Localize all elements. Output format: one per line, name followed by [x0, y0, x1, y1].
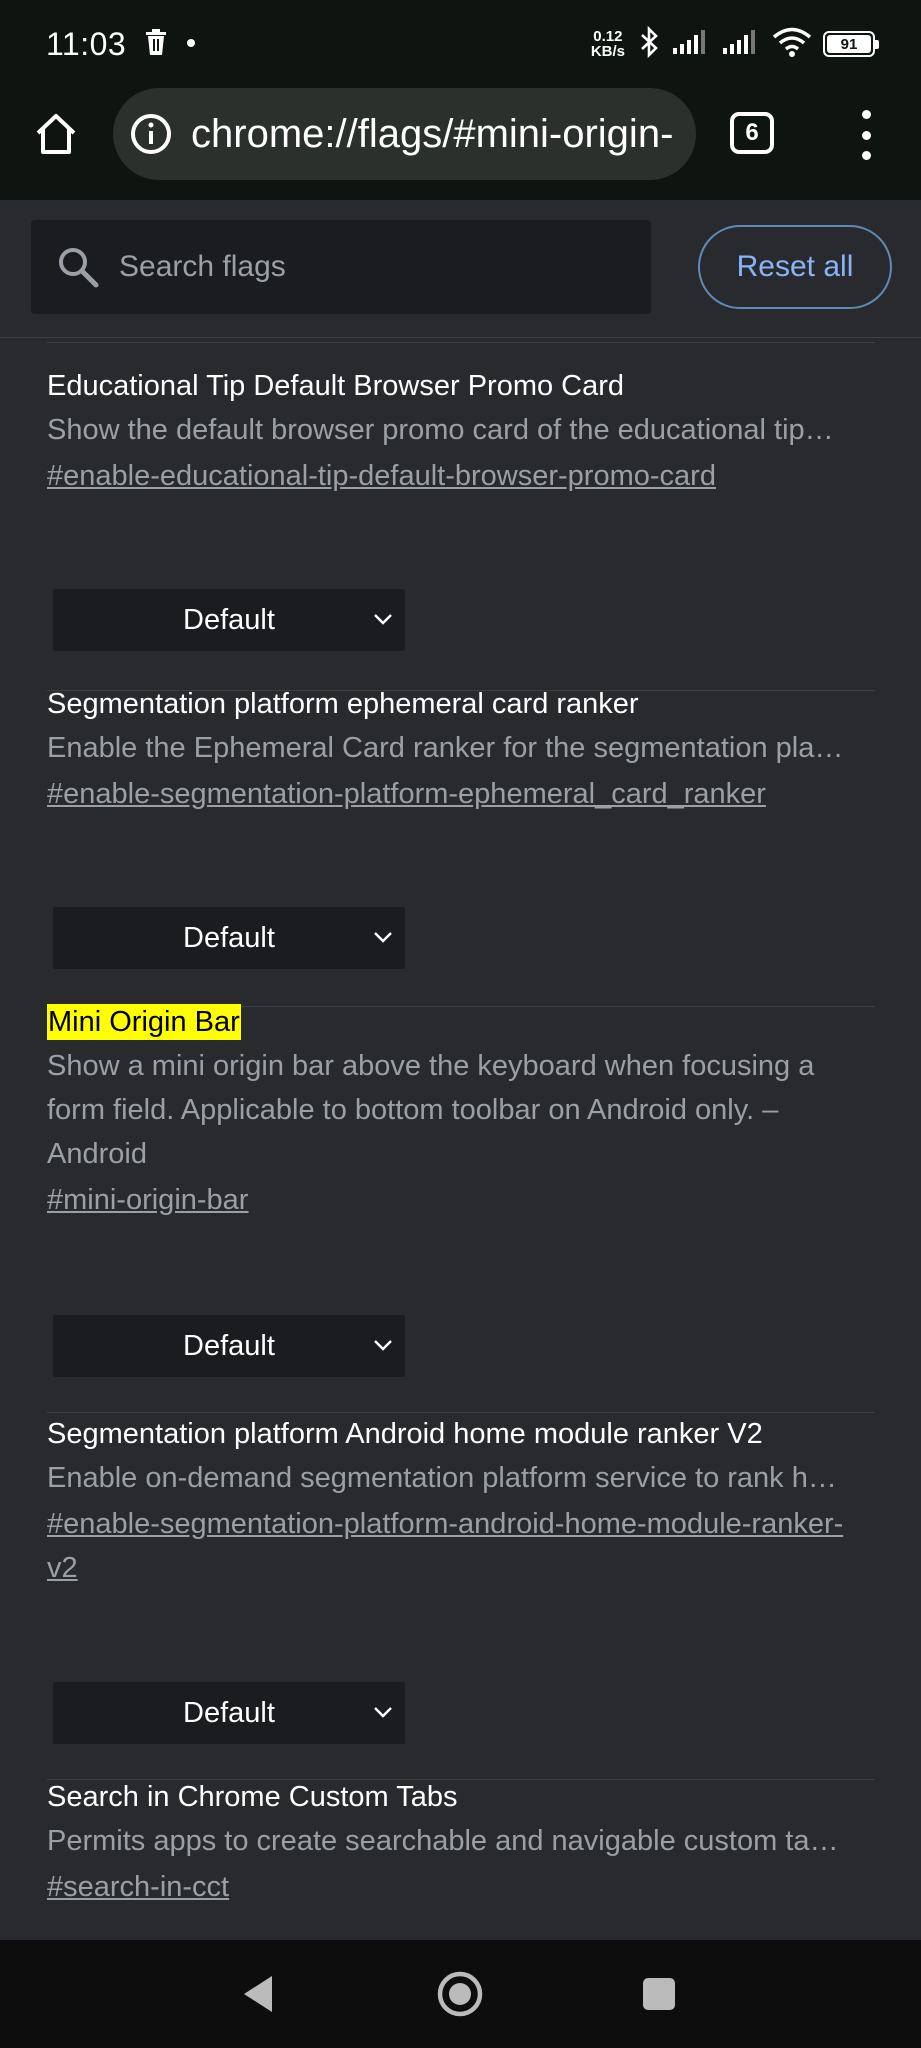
flag-item: Mini Origin Bar Show a mini origin bar a…	[47, 1004, 875, 1413]
trash-icon	[144, 28, 168, 61]
flag-description: Enable on-demand segmentation platform s…	[47, 1462, 837, 1494]
flag-title: Segmentation platform Android home modul…	[47, 1418, 763, 1450]
divider	[47, 1412, 875, 1413]
url-text: chrome://flags/#mini-origin-	[191, 111, 674, 156]
flag-description: Permits apps to create searchable and na…	[47, 1825, 839, 1857]
search-box[interactable]	[31, 220, 651, 314]
signal-icon	[671, 28, 711, 61]
flag-item: Segmentation platform Android home modul…	[47, 1416, 875, 1780]
flag-item: Educational Tip Default Browser Promo Ca…	[47, 368, 875, 691]
back-icon[interactable]	[240, 1974, 276, 2014]
flag-description: Show the default browser promo card of t…	[47, 414, 834, 446]
more-vert-icon[interactable]	[852, 110, 880, 160]
home-icon	[36, 114, 76, 154]
flag-description: Show a mini origin bar above the keyboar…	[47, 1050, 815, 1170]
chevron-down-icon	[374, 932, 392, 943]
info-icon	[131, 114, 171, 154]
search-header: Reset all	[0, 200, 921, 338]
flag-link[interactable]: #mini-origin-bar	[47, 1178, 875, 1222]
flag-description: Enable the Ephemeral Card ranker for the…	[47, 732, 844, 764]
divider	[47, 342, 875, 343]
flag-title: Mini Origin Bar	[47, 1004, 241, 1040]
flag-title: Search in Chrome Custom Tabs	[47, 1781, 458, 1813]
flag-item: Segmentation platform ephemeral card ran…	[47, 686, 875, 1007]
home-nav-icon[interactable]	[436, 1970, 484, 2018]
home-button[interactable]	[30, 108, 82, 160]
flag-title: Segmentation platform ephemeral card ran…	[47, 688, 639, 720]
chevron-down-icon	[374, 1707, 392, 1718]
bluetooth-icon	[639, 25, 661, 63]
flag-link[interactable]: #enable-segmentation-platform-ephemeral_…	[47, 772, 875, 816]
flag-select[interactable]: Default	[53, 1682, 405, 1744]
browser-toolbar: chrome://flags/#mini-origin- 6	[0, 88, 921, 200]
flag-select[interactable]: Default	[53, 907, 405, 969]
chevron-down-icon	[374, 614, 392, 625]
search-icon	[59, 248, 99, 288]
recents-icon[interactable]	[642, 1977, 676, 2011]
tab-switcher-button[interactable]: 6	[730, 112, 774, 154]
wifi-icon	[771, 26, 813, 63]
flag-select[interactable]: Default	[53, 589, 405, 651]
dot-icon	[186, 35, 196, 53]
search-input[interactable]	[117, 249, 617, 285]
flag-list[interactable]: Educational Tip Default Browser Promo Ca…	[0, 338, 921, 1940]
system-nav-bar	[0, 1940, 921, 2048]
battery-icon: 91	[823, 31, 879, 57]
net-speed: 0.12 KB/s	[590, 28, 625, 60]
status-bar: 11:03 0.12 KB/s 91	[0, 0, 921, 88]
flag-link[interactable]: #enable-educational-tip-default-browser-…	[47, 454, 875, 498]
reset-all-button[interactable]: Reset all	[698, 225, 892, 309]
flag-item: Search in Chrome Custom Tabs Permits app…	[47, 1779, 875, 1909]
status-time: 11:03	[46, 25, 127, 62]
chevron-down-icon	[374, 1340, 392, 1351]
flag-link[interactable]: #enable-segmentation-platform-android-ho…	[47, 1502, 847, 1590]
flag-link[interactable]: #search-in-cct	[47, 1865, 875, 1909]
flag-select[interactable]: Default	[53, 1315, 405, 1377]
flag-title: Educational Tip Default Browser Promo Ca…	[47, 370, 625, 402]
omnibox[interactable]: chrome://flags/#mini-origin-	[113, 88, 696, 180]
signal-icon	[721, 28, 761, 61]
